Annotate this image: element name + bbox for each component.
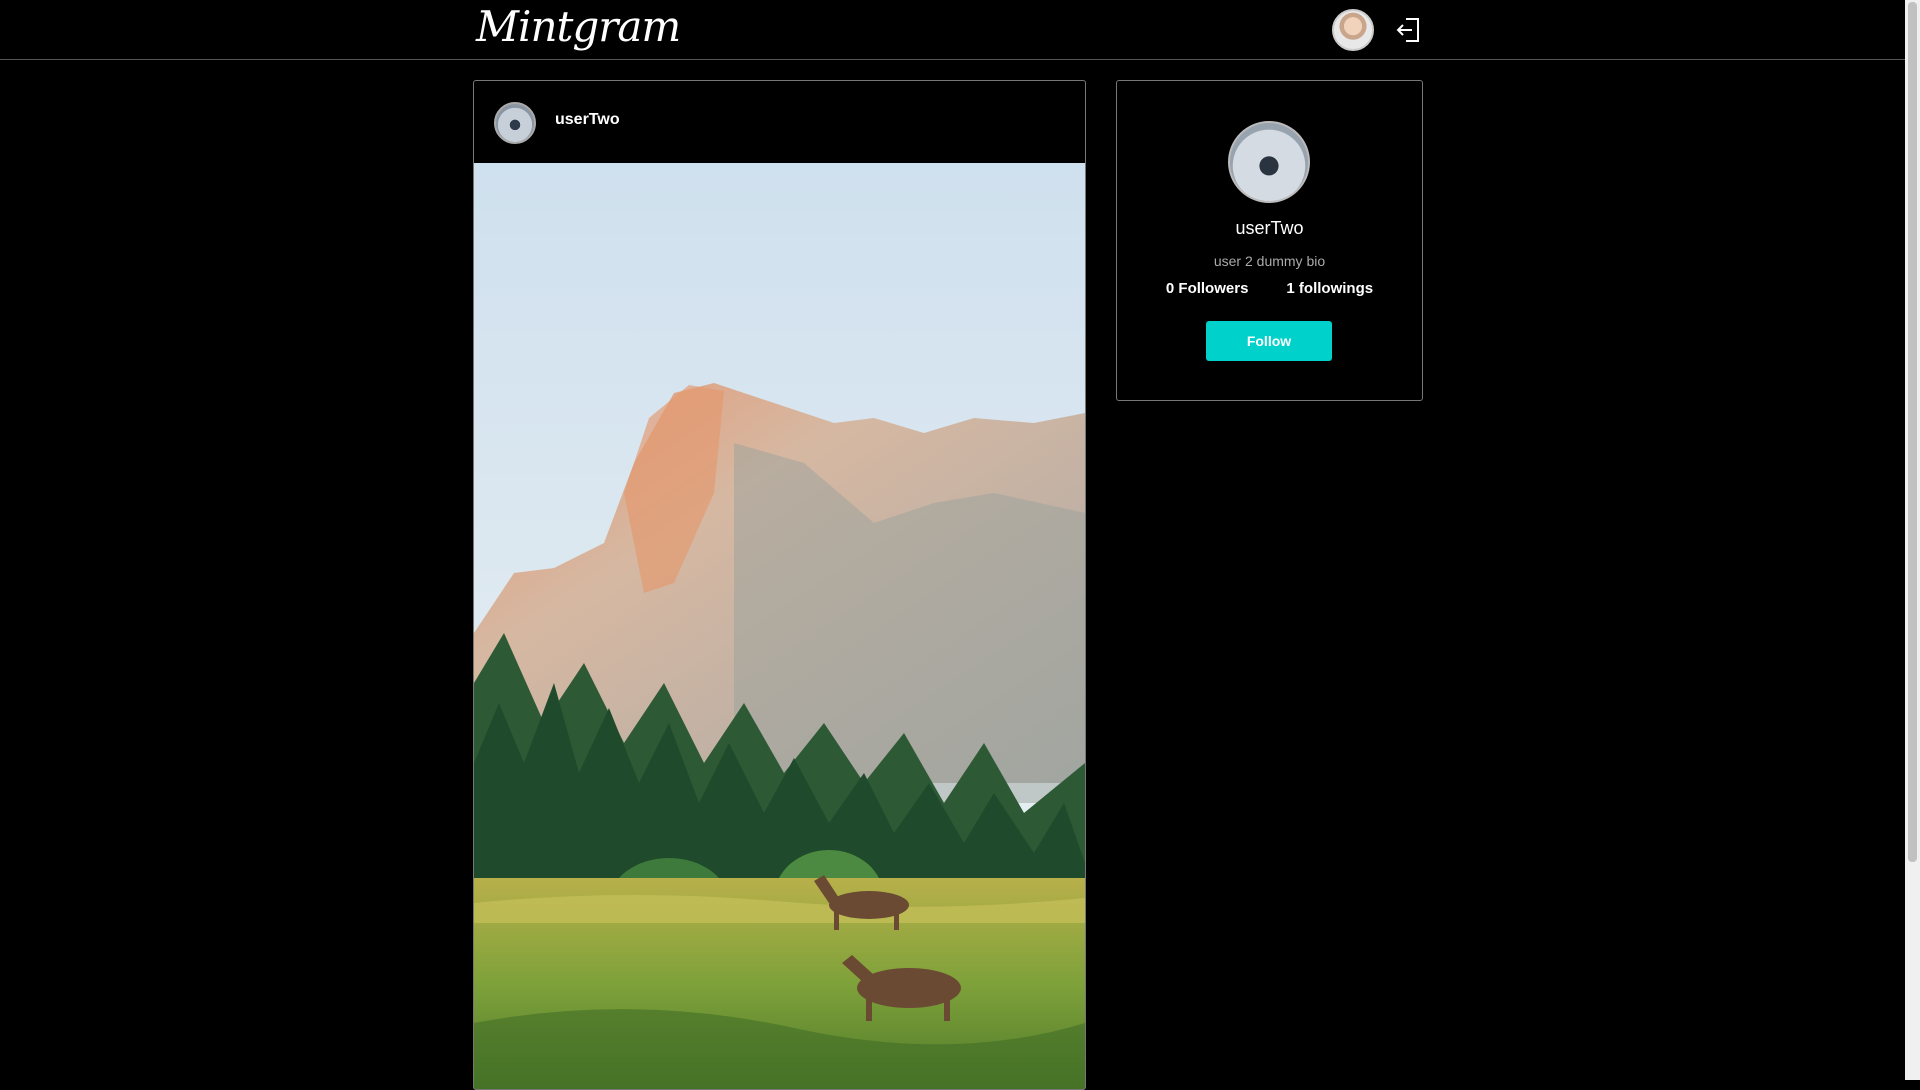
landscape-image xyxy=(474,163,1085,1089)
app-logo[interactable]: Mintgram xyxy=(476,2,681,51)
page-scrollbar[interactable] xyxy=(1905,0,1920,1080)
post-header: userTwo xyxy=(474,81,1085,163)
followers-count[interactable]: 0 Followers xyxy=(1166,280,1249,297)
post-author-username[interactable]: userTwo xyxy=(555,111,620,129)
profile-avatar xyxy=(1228,121,1310,203)
follow-button[interactable]: Follow xyxy=(1206,321,1332,361)
profile-bio: user 2 dummy bio xyxy=(1213,253,1326,269)
followings-count[interactable]: 1 followings xyxy=(1286,280,1373,297)
user-avatar-button[interactable] xyxy=(1332,9,1374,51)
profile-card: userTwo user 2 dummy bio 0 Followers 1 f… xyxy=(1116,80,1423,401)
post-image[interactable] xyxy=(474,163,1085,1089)
profile-name: userTwo xyxy=(1235,218,1304,238)
top-navbar: Mintgram xyxy=(0,0,1905,60)
scrollbar-thumb[interactable] xyxy=(1908,2,1917,862)
logout-icon[interactable] xyxy=(1394,17,1422,43)
profile-stats: 0 Followers 1 followings xyxy=(1117,280,1422,297)
post-card: userTwo xyxy=(473,80,1086,1090)
post-author-avatar[interactable] xyxy=(494,102,536,144)
